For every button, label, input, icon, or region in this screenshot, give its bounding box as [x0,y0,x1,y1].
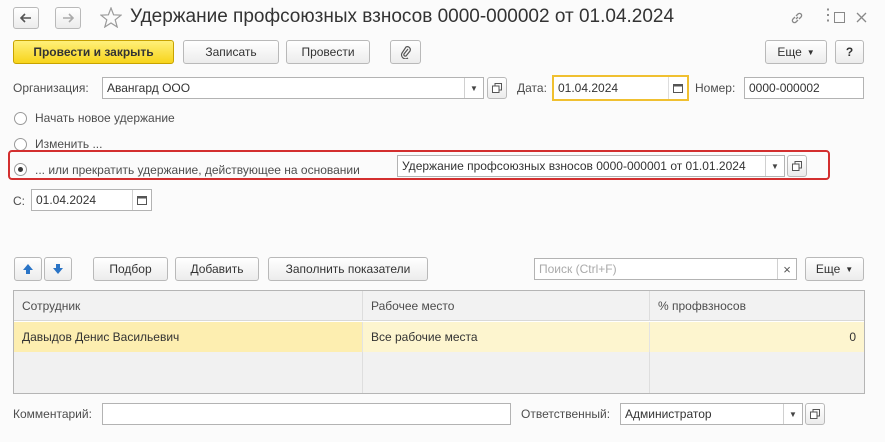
post-button[interactable]: Провести [286,40,370,64]
title-bar: Удержание профсоюзных взносов 0000-00000… [0,0,885,36]
radio-stop-label[interactable]: ... или прекратить удержание, действующе… [35,163,360,177]
radio-new[interactable] [14,112,27,125]
window-title: Удержание профсоюзных взносов 0000-00000… [130,6,675,27]
add-button[interactable]: Добавить [175,257,259,281]
more-button[interactable]: Еще ▼ [765,40,827,64]
cell-employee[interactable]: Давыдов Денис Васильевич [14,322,363,352]
col-workplace-header[interactable]: Рабочее место [363,291,650,321]
back-arrow-icon [20,13,31,23]
comment-label: Комментарий: [13,407,92,421]
dropdown-arrow-icon[interactable]: ▼ [783,404,802,424]
employees-table: Сотрудник Рабочее место % профвзносов Да… [13,290,865,394]
table-header: Сотрудник Рабочее место % профвзносов [14,291,864,321]
chevron-down-icon: ▼ [845,264,854,274]
basis-value: Удержание профсоюзных взносов 0000-00000… [402,159,746,173]
col-percent-header[interactable]: % профвзносов [650,291,864,321]
open-org-button[interactable] [487,77,507,99]
table-empty-area [14,352,864,393]
open-responsible-button[interactable] [805,403,825,425]
responsible-value: Администратор [625,407,712,421]
help-button[interactable]: ? [835,40,864,64]
radio-stop[interactable] [14,163,27,176]
move-down-button[interactable] [44,257,72,281]
cell-percent[interactable]: 0 [650,322,864,352]
number-label: Номер: [695,81,736,95]
more-label: Еще [777,45,802,59]
move-up-button[interactable] [14,257,42,281]
column-divider [649,352,650,393]
search-placeholder: Поиск (Ctrl+F) [539,262,617,276]
radio-new-label[interactable]: Начать новое удержание [35,111,175,125]
attach-button[interactable] [390,40,421,64]
more-dots-icon[interactable]: ⋮ [820,5,836,25]
link-icon[interactable] [790,11,804,25]
dropdown-arrow-icon[interactable]: ▼ [464,78,483,98]
fill-indicators-button[interactable]: Заполнить показатели [268,257,428,281]
table-row[interactable]: Давыдов Денис Васильевич Все рабочие мес… [14,322,864,352]
from-label: С: [13,194,25,208]
number-field[interactable]: 0000-000002 [744,77,864,99]
basis-field[interactable]: Удержание профсоюзных взносов 0000-00000… [397,155,785,177]
select-button[interactable]: Подбор [93,257,168,281]
back-button[interactable] [13,7,39,29]
from-date-field[interactable]: 01.04.2024 [31,189,152,211]
open-basis-button[interactable] [787,155,807,177]
calendar-icon[interactable] [132,190,151,210]
open-window-icon [792,161,802,171]
open-window-icon [492,83,502,93]
arrow-down-icon [53,264,63,274]
calendar-icon[interactable] [668,77,687,99]
post-and-close-button[interactable]: Провести и закрыть [13,40,174,64]
radio-change-label[interactable]: Изменить ... [35,137,102,151]
chevron-down-icon: ▼ [806,47,815,57]
date-label: Дата: [517,81,547,95]
number-value: 0000-000002 [749,81,820,95]
open-window-icon [810,409,820,419]
column-divider [362,352,363,393]
org-field[interactable]: Авангард ООО ▼ [102,77,484,99]
responsible-label: Ответственный: [521,407,611,421]
close-icon[interactable] [856,12,867,23]
maximize-icon[interactable] [834,12,845,23]
star-icon[interactable] [100,7,122,28]
from-date-value: 01.04.2024 [36,193,97,207]
comment-input[interactable] [102,403,511,425]
forward-arrow-icon [63,13,74,23]
save-button[interactable]: Записать [183,40,279,64]
clear-search-icon[interactable]: × [777,259,796,279]
arrow-up-icon [23,264,33,274]
date-field[interactable]: 01.04.2024 [552,75,689,101]
table-more-label: Еще [815,262,841,276]
col-employee-header[interactable]: Сотрудник [14,291,363,321]
org-value: Авангард ООО [107,81,191,95]
paperclip-icon [400,46,411,59]
responsible-field[interactable]: Администратор ▼ [620,403,803,425]
cell-workplace[interactable]: Все рабочие места [363,322,650,352]
forward-button[interactable] [55,7,81,29]
org-label: Организация: [13,81,89,95]
dropdown-arrow-icon[interactable]: ▼ [765,156,784,176]
table-more-button[interactable]: Еще ▼ [805,257,864,281]
date-value: 01.04.2024 [558,81,619,95]
search-input[interactable]: Поиск (Ctrl+F) × [534,258,797,280]
